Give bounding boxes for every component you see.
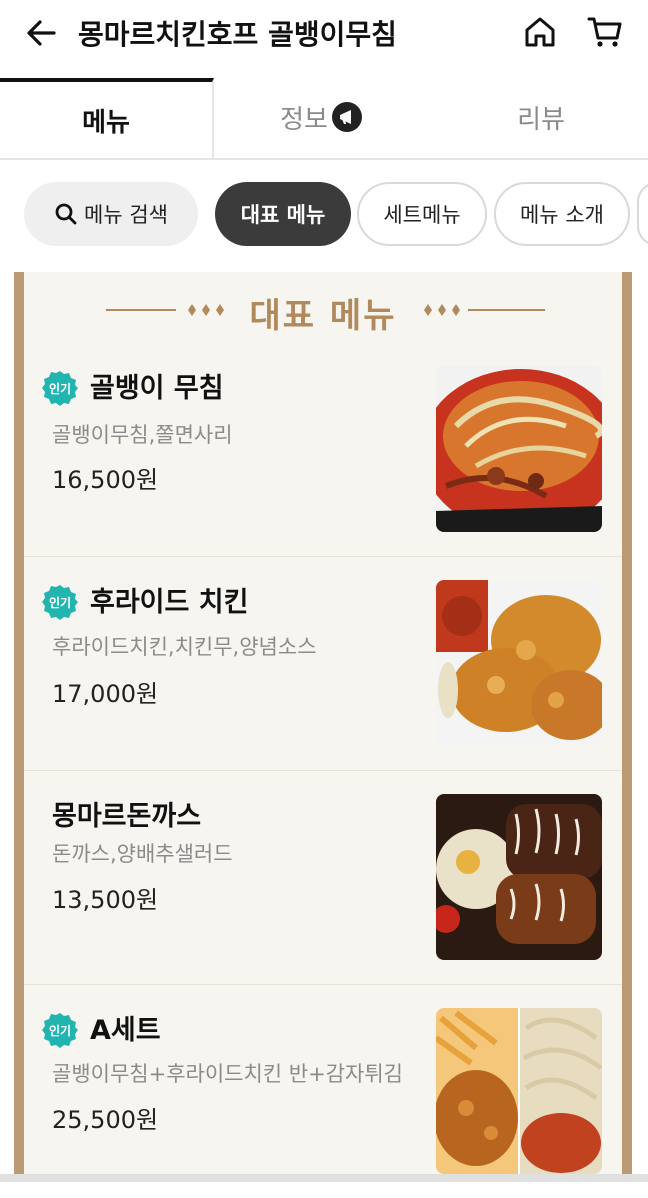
tab-info-label: 정보 [280, 104, 328, 135]
popular-badge: 인기 [42, 1013, 78, 1048]
chip-set-menu[interactable]: 세트메뉴 [357, 182, 487, 246]
tab-review-label: 리뷰 [517, 104, 565, 135]
bottom-divider [0, 1174, 648, 1182]
food-photo-a-set [436, 1008, 602, 1174]
popular-badge: 인기 [42, 371, 78, 406]
menu-panel: 대표 메뉴 인기 골뱅이 무침 골뱅이무침,쫄면사리 16,500원 인기 후라… [14, 272, 632, 1182]
menu-item-desc: 골뱅이무침+후라이드치킨 반+감자튀김 [52, 1062, 403, 1086]
megaphone-icon [331, 102, 362, 132]
menu-item-name: A세트 [90, 1015, 161, 1046]
tab-review[interactable]: 리뷰 [434, 78, 648, 156]
menu-item-price: 16,500원 [52, 466, 159, 494]
chip-set-menu-label: 세트메뉴 [383, 203, 461, 227]
food-photo-fried-chicken [436, 580, 602, 746]
food-photo-donkatsu [436, 794, 602, 960]
chip-menu-intro-label: 메뉴 소개 [520, 203, 604, 227]
arrow-left-icon[interactable] [24, 16, 58, 50]
chip-featured-menu-label: 대표 메뉴 [240, 203, 326, 227]
home-icon[interactable] [522, 14, 558, 50]
menu-item[interactable]: 인기 후라이드 치킨 후라이드치킨,치킨무,양념소스 17,000원 [24, 556, 622, 771]
menu-filter-chips: 메뉴 검색 대표 메뉴 세트메뉴 메뉴 소개 [0, 178, 648, 254]
popular-badge: 인기 [42, 585, 78, 620]
menu-item[interactable]: 인기 A세트 골뱅이무침+후라이드치킨 반+감자튀김 25,500원 [24, 984, 622, 1198]
menu-search-button[interactable]: 메뉴 검색 [24, 182, 198, 246]
tab-bar: 메뉴 정보 리뷰 [0, 78, 648, 160]
page-title: 몽마르치킨호프 골뱅이무침 [78, 18, 397, 51]
menu-item[interactable]: 몽마르돈까스 돈까스,양배추샐러드 13,500원 [24, 770, 622, 985]
section-header: 대표 메뉴 [24, 280, 622, 336]
search-icon [55, 203, 77, 225]
tab-info[interactable]: 정보 [214, 78, 428, 156]
menu-item-price: 17,000원 [52, 680, 159, 708]
menu-item-price: 25,500원 [52, 1106, 159, 1134]
chip-more[interactable] [637, 182, 648, 246]
menu-item-desc: 후라이드치킨,치킨무,양념소스 [52, 635, 317, 659]
svg-text:인기: 인기 [49, 381, 71, 396]
menu-item-name: 후라이드 치킨 [90, 587, 249, 618]
chip-featured-menu[interactable]: 대표 메뉴 [215, 182, 351, 246]
tab-menu-label: 메뉴 [82, 107, 130, 138]
menu-item-desc: 돈까스,양배추샐러드 [52, 842, 233, 866]
menu-item-price: 13,500원 [52, 886, 159, 914]
menu-item-desc: 골뱅이무침,쫄면사리 [52, 423, 233, 447]
menu-item-name: 골뱅이 무침 [90, 373, 224, 404]
menu-panel-inner: 대표 메뉴 인기 골뱅이 무침 골뱅이무침,쫄면사리 16,500원 인기 후라… [24, 272, 622, 1182]
cart-icon[interactable] [586, 14, 624, 50]
menu-item[interactable]: 인기 골뱅이 무침 골뱅이무침,쫄면사리 16,500원 [24, 342, 622, 557]
svg-text:인기: 인기 [49, 595, 71, 610]
food-photo-golbaengi [436, 366, 602, 532]
menu-search-label: 메뉴 검색 [84, 203, 168, 227]
chip-menu-intro[interactable]: 메뉴 소개 [494, 182, 630, 246]
tab-menu[interactable]: 메뉴 [0, 78, 214, 158]
ornament-right [424, 304, 545, 316]
svg-text:인기: 인기 [49, 1023, 71, 1038]
menu-item-name: 몽마르돈까스 [52, 801, 202, 832]
top-bar: 몽마르치킨호프 골뱅이무침 [0, 0, 648, 70]
